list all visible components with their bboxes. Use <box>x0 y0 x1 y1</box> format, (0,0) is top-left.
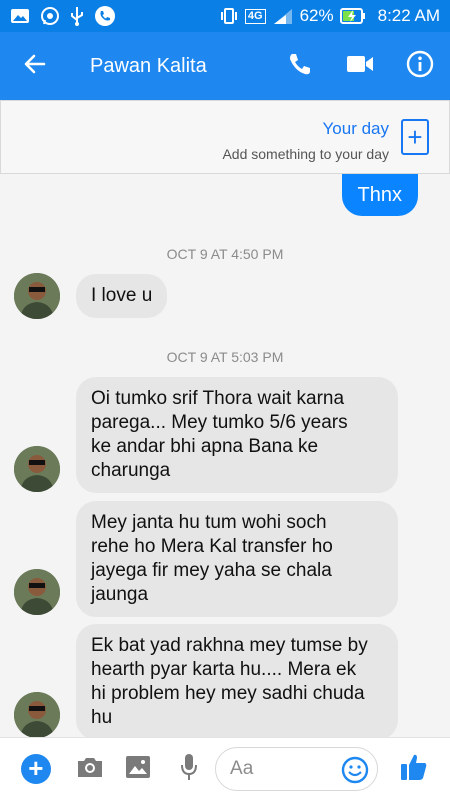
incoming-message[interactable]: Mey janta hu tum wohi soch rehe ho Mera … <box>76 501 398 617</box>
plus-icon: + <box>407 122 423 152</box>
battery-charging-icon <box>339 8 366 24</box>
message-line: jayega fir mey yaha se chala <box>91 560 332 581</box>
camera-button[interactable] <box>72 738 108 800</box>
message-input-placeholder: Aa <box>230 758 254 779</box>
video-camera-icon <box>346 53 374 80</box>
contact-avatar[interactable] <box>14 446 60 492</box>
like-button[interactable] <box>378 738 450 800</box>
your-day-subtitle: Add something to your day <box>222 146 389 162</box>
incoming-message[interactable]: Ek bat yad rakhna mey tumse by hearth py… <box>76 624 398 737</box>
conversation-header: Pawan Kalita <box>0 32 450 100</box>
whatsapp-notification-icon <box>40 6 60 26</box>
incoming-message[interactable]: I love u <box>76 274 168 318</box>
your-day-title[interactable]: Your day <box>222 119 389 139</box>
your-day-banner[interactable]: Your day Add something to your day + <box>0 100 450 174</box>
phone-notification-icon <box>94 5 116 27</box>
info-icon <box>406 50 434 83</box>
outgoing-message[interactable]: Thnx <box>341 174 418 216</box>
video-call-button[interactable] <box>330 32 390 100</box>
message-line: Mey janta hu tum wohi soch <box>91 512 327 533</box>
conversation-info-button[interactable] <box>390 32 450 100</box>
vibrate-icon <box>219 7 239 25</box>
message-timestamp: OCT 9 AT 4:50 PM <box>166 246 284 262</box>
gallery-notification-icon <box>10 8 30 24</box>
usb-icon <box>70 6 84 26</box>
network-type-label: 4G <box>244 8 266 24</box>
contact-avatar[interactable] <box>14 273 60 319</box>
voice-call-button[interactable] <box>270 32 330 100</box>
signal-icon <box>272 7 294 25</box>
message-line: rehe ho Mera Kal transfer ho <box>91 536 333 557</box>
message-timestamp: OCT 9 AT 5:03 PM <box>166 349 284 365</box>
incoming-message[interactable]: Oi tumko srif Thora wait karna parega...… <box>76 377 398 493</box>
microphone-icon <box>179 753 199 786</box>
phone-icon <box>287 51 313 82</box>
contact-name[interactable]: Pawan Kalita <box>70 55 270 78</box>
status-bar: 4G 62% 8:22 AM <box>0 0 450 32</box>
message-line: parega... Mey tumko 5/6 years <box>91 412 348 433</box>
message-line: Ek bat yad rakhna mey tumse by <box>91 635 368 656</box>
message-composer: + Aa <box>0 737 450 800</box>
back-arrow-icon <box>23 52 47 81</box>
voice-message-button[interactable] <box>169 738 209 800</box>
message-line: hearth pyar karta hu.... Mera ek <box>91 659 357 680</box>
battery-percentage: 62% <box>299 6 334 25</box>
thumbs-up-icon <box>399 752 429 787</box>
camera-icon <box>76 755 104 784</box>
gallery-button[interactable] <box>108 738 170 800</box>
plus-icon: + <box>20 754 51 784</box>
image-icon <box>125 755 151 784</box>
clock: 8:22 AM <box>377 6 440 25</box>
message-line: hi problem hey mey sadhi chuda <box>91 683 365 704</box>
message-line: jaunga <box>91 584 149 605</box>
message-line: Oi tumko srif Thora wait karna <box>91 388 345 409</box>
message-line: charunga <box>91 460 171 481</box>
add-to-day-button[interactable]: + <box>401 119 429 155</box>
back-button[interactable] <box>0 32 70 100</box>
more-actions-button[interactable]: + <box>0 738 72 800</box>
emoji-button[interactable] <box>341 756 369 790</box>
message-line: hu <box>91 707 113 728</box>
message-thread[interactable]: Thnx OCT 9 AT 4:50 PM I love u OCT 9 AT … <box>0 174 450 737</box>
message-input[interactable]: Aa <box>215 747 379 791</box>
message-line: ke andar bhi apna Bana ke <box>91 436 319 457</box>
contact-avatar[interactable] <box>14 569 60 615</box>
contact-avatar[interactable] <box>14 692 60 737</box>
